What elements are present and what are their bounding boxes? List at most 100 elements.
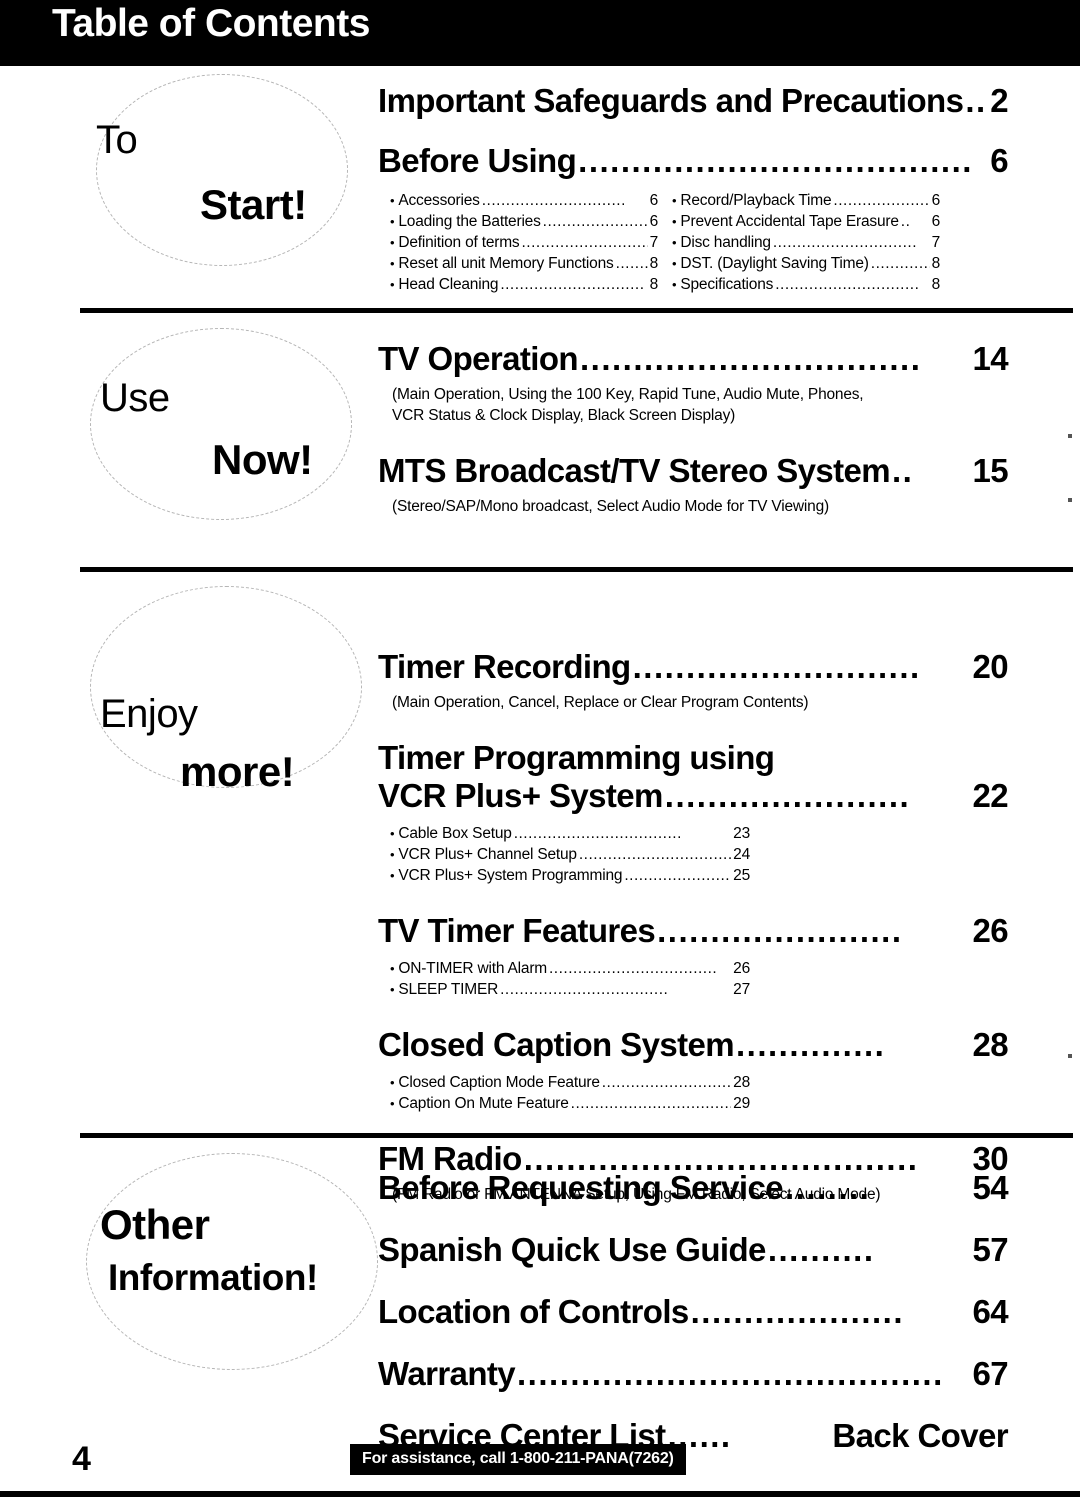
section-use-now: Use Now! TV Operation ..................… xyxy=(0,314,1080,572)
scan-speck xyxy=(1068,498,1072,502)
sub-item[interactable]: • VCR Plus+ System Programming...........… xyxy=(390,865,750,886)
sub-item-label: Cable Box Setup xyxy=(398,825,512,842)
sub-leader-dots: ................................... xyxy=(601,1074,732,1091)
sub-item-page: 6 xyxy=(931,192,941,209)
toc-entry-page: 22 xyxy=(972,777,1008,814)
entry-list-enjoy-more: Timer Recording ........................… xyxy=(378,648,1009,1205)
toc-leader-dots: ....................... xyxy=(657,912,903,949)
bullet-icon: • xyxy=(672,277,677,292)
toc-entry-page: 54 xyxy=(972,1169,1008,1206)
toc-entry-tv-timer-features[interactable]: TV Timer Features ......................… xyxy=(378,912,1009,950)
section-tab-line1: Other xyxy=(100,1201,210,1248)
sub-item[interactable]: • Definition of terms....................… xyxy=(390,232,658,253)
sub-item-columns: • Accessories............................… xyxy=(390,190,1008,295)
sub-item-label: Head Cleaning xyxy=(398,276,499,293)
sub-item[interactable]: • Caption On Mute Feature................… xyxy=(390,1093,750,1114)
toc-entry-description: (Main Operation, Cancel, Replace or Clea… xyxy=(392,694,809,711)
toc-entry-before-using[interactable]: Before Using ...........................… xyxy=(378,142,1009,180)
sub-item[interactable]: • Head Cleaning..........................… xyxy=(390,274,658,295)
toc-entry-timer-recording[interactable]: Timer Recording ........................… xyxy=(378,648,1009,686)
toc-entry-timer-programming[interactable]: Timer Programming using VCR Plus+ System… xyxy=(378,739,1009,815)
sub-item-label: Definition of terms xyxy=(398,234,520,251)
toc-entry-title: Before Using xyxy=(378,142,577,179)
sub-item[interactable]: • Specifications.........................… xyxy=(672,274,940,295)
toc-leader-dots: ................................ xyxy=(580,340,922,377)
sub-leader-dots: ................................... xyxy=(578,846,732,863)
toc-entry-page: 14 xyxy=(972,340,1008,377)
toc-entry-title: Location of Controls xyxy=(378,1293,689,1330)
sub-item-label: Specifications xyxy=(680,276,774,293)
toc-entry-closed-caption-system[interactable]: Closed Caption System .............. 28 xyxy=(378,1026,1009,1064)
scan-speck xyxy=(1068,1054,1072,1058)
section-tab-line1: Use xyxy=(100,376,170,420)
sub-item-page: 6 xyxy=(649,192,659,209)
sub-item[interactable]: • DST. (Daylight Saving Time)............… xyxy=(672,253,940,274)
sub-item-columns: • Cable Box Setup........................… xyxy=(390,823,1008,886)
sub-leader-dots: .. xyxy=(900,213,911,230)
sub-leader-dots: ................................... xyxy=(500,981,669,998)
section-to-start: To Start! Important Safeguards and Preca… xyxy=(0,66,1080,313)
toc-leader-dots: ....................... xyxy=(664,777,911,814)
toc-entry-page: Back Cover xyxy=(832,1417,1008,1454)
sub-item[interactable]: • Prevent Accidental Tape Erasure.. 6 xyxy=(672,211,940,232)
toc-entry-location-of-controls[interactable]: Location of Controls ...................… xyxy=(378,1293,1009,1331)
sub-leader-dots: .............................. xyxy=(521,234,647,251)
toc-leader-dots: ...... xyxy=(667,1417,732,1454)
sub-leader-dots: .............................. xyxy=(542,213,648,230)
sub-item[interactable]: • Cable Box Setup........................… xyxy=(390,823,750,844)
toc-entry-page: 15 xyxy=(972,452,1008,489)
toc-entry-important-safeguards[interactable]: Important Safeguards and Precautions ...… xyxy=(378,82,1009,120)
sub-item[interactable]: • Closed Caption Mode Feature............… xyxy=(390,1072,750,1093)
toc-entry-page: 20 xyxy=(972,648,1008,685)
sub-item[interactable]: • ON-TIMER with Alarm....................… xyxy=(390,958,750,979)
sub-leader-dots: .............................. xyxy=(833,192,930,209)
sub-item-page: 23 xyxy=(733,825,750,842)
section-tab-line2: Now! xyxy=(212,436,313,483)
bullet-icon: • xyxy=(390,193,395,208)
toc-entry-title: MTS Broadcast/TV Stereo System xyxy=(378,452,891,489)
sub-item[interactable]: • Accessories............................… xyxy=(390,190,658,211)
bullet-icon: • xyxy=(390,1096,395,1111)
sub-item[interactable]: • Loading the Batteries..................… xyxy=(390,211,658,232)
bullet-icon: • xyxy=(390,235,395,250)
toc-entry-warranty[interactable]: Warranty ...............................… xyxy=(378,1355,1009,1393)
toc-entry-before-requesting-service[interactable]: Before Requesting Service ........ 54 xyxy=(378,1169,1009,1207)
toc-leader-dots: ........................... xyxy=(632,648,921,685)
sub-item[interactable]: •Reset all unit Memory Functions........… xyxy=(390,253,658,274)
header-band: Table of Contents xyxy=(0,0,1080,66)
toc-entry-title: Before Requesting Service xyxy=(378,1169,784,1206)
sub-leader-dots: .............................. xyxy=(772,234,918,251)
sub-item-page: 25 xyxy=(733,867,750,884)
toc-entry-title-line2-row: VCR Plus+ System .......................… xyxy=(378,777,1009,815)
toc-entry-page: 57 xyxy=(972,1231,1008,1268)
bullet-icon: • xyxy=(390,847,395,862)
bullet-icon: • xyxy=(672,256,677,271)
sub-item-label: SLEEP TIMER xyxy=(398,981,499,998)
sub-item[interactable]: • VCR Plus+ Channel Setup................… xyxy=(390,844,750,865)
sub-item-label: Record/Playback Time xyxy=(680,192,832,209)
toc-entry-title: Important Safeguards and Precautions xyxy=(378,82,964,119)
scan-speck xyxy=(1068,434,1072,438)
toc-entry-page: 28 xyxy=(972,1026,1008,1063)
sub-item-label: VCR Plus+ Channel Setup xyxy=(398,846,577,863)
toc-entry-tv-operation[interactable]: TV Operation ...........................… xyxy=(378,340,1009,378)
sub-item-column-left: • ON-TIMER with Alarm....................… xyxy=(390,958,750,1000)
sub-item[interactable]: • SLEEP TIMER............................… xyxy=(390,979,750,1000)
sub-item[interactable]: • Record/Playback Time...................… xyxy=(672,190,940,211)
sub-item-page: 8 xyxy=(931,255,941,272)
sub-item-page: 6 xyxy=(649,213,659,230)
sub-item[interactable]: • Disc handling..........................… xyxy=(672,232,940,253)
sub-item-column-left: • Cable Box Setup........................… xyxy=(390,823,750,886)
toc-entry-title: TV Timer Features xyxy=(378,912,656,949)
sub-item-label: Caption On Mute Feature xyxy=(398,1095,569,1112)
page-body: To Start! Important Safeguards and Preca… xyxy=(0,66,1080,1497)
toc-entry-spanish-quick-use-guide[interactable]: Spanish Quick Use Guide .......... 57 xyxy=(378,1231,1009,1269)
toc-entry-mts-broadcast[interactable]: MTS Broadcast/TV Stereo System .. 15 xyxy=(378,452,1009,490)
page-number: 4 xyxy=(72,1440,91,1478)
sub-item-page: 7 xyxy=(931,234,941,251)
sub-item-page: 26 xyxy=(733,960,750,977)
sub-item-page: 7 xyxy=(649,234,659,251)
tab-circle-decoration xyxy=(90,328,352,520)
toc-entry-title: Warranty xyxy=(378,1355,516,1392)
tab-circle-decoration xyxy=(96,74,348,266)
